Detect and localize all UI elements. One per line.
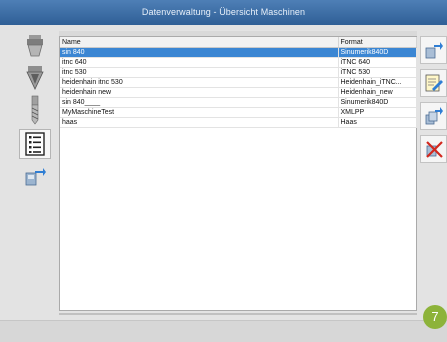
table-row[interactable]: sin 840 Sinumerik840D (60, 47, 417, 58)
table-row[interactable]: itnc 530 iTNC 530 (60, 67, 417, 78)
machine-name: MyMaschineTest (60, 107, 339, 118)
tool-holder-icon (27, 35, 43, 57)
machine-name: haas (60, 117, 339, 128)
delete-machine-icon (425, 141, 443, 158)
machine-transfer-icon (25, 168, 46, 186)
machine-table: Name Format sin 840 Sinumerik840D itnc 6… (60, 37, 417, 128)
machine-name: itnc 640 (60, 57, 339, 68)
machine-format: Haas (338, 117, 417, 128)
edit-machine-button[interactable] (420, 69, 447, 97)
copy-machine-button[interactable] (420, 102, 447, 130)
drill-bit-icon (31, 95, 39, 125)
machine-format: XMLPP (338, 107, 417, 118)
copy-machine-icon (425, 107, 443, 125)
drill-bit-button[interactable] (19, 95, 51, 125)
add-machine-button[interactable] (420, 36, 447, 64)
window-title: Datenverwaltung - Übersicht Maschinen (0, 0, 447, 25)
machine-list-button[interactable] (19, 129, 51, 159)
machine-list-icon (25, 132, 45, 156)
add-machine-icon (425, 42, 443, 59)
table-row[interactable]: sin 840____ Sinumerik840D (60, 97, 417, 108)
machine-format: Heidenhain_iTNC... (338, 77, 417, 88)
status-strip (0, 320, 447, 342)
delete-machine-button[interactable] (420, 135, 447, 163)
table-row[interactable]: heidenhain new Heidenhain_new (60, 87, 417, 98)
table-row[interactable]: MyMaschineTest XMLPP (60, 107, 417, 118)
page-number-badge: 7 (423, 305, 447, 329)
table-row[interactable]: haas Haas (60, 117, 417, 128)
column-header-name[interactable]: Name (60, 37, 339, 48)
machine-name: sin 840 (60, 47, 339, 58)
column-header-format[interactable]: Format (338, 37, 417, 48)
left-toolbar (19, 31, 51, 206)
list-horizontal-scrollbar[interactable] (59, 313, 417, 315)
machine-name: itnc 530 (60, 67, 339, 78)
table-row[interactable]: heidenhain itnc 530 Heidenhain_iTNC... (60, 77, 417, 88)
machine-format: iTNC 530 (338, 67, 417, 78)
milling-head-button[interactable] (19, 63, 51, 93)
right-toolbar (420, 36, 447, 171)
machine-list[interactable]: Name Format sin 840 Sinumerik840D itnc 6… (59, 36, 417, 311)
machine-data-window: Datenverwaltung - Übersicht Maschinen Na… (0, 0, 447, 342)
machine-format: Heidenhain_new (338, 87, 417, 98)
machine-name: heidenhain itnc 530 (60, 77, 339, 88)
milling-head-icon (26, 66, 44, 90)
machine-transfer-button[interactable] (19, 161, 51, 191)
machine-name: sin 840____ (60, 97, 339, 108)
machine-format: Sinumerik840D (338, 97, 417, 108)
machine-format: iTNC 640 (338, 57, 417, 68)
edit-machine-icon (425, 74, 443, 92)
machine-format: Sinumerik840D (338, 47, 417, 58)
table-row[interactable]: itnc 640 iTNC 640 (60, 57, 417, 68)
tool-holder-button[interactable] (19, 31, 51, 61)
machine-name: heidenhain new (60, 87, 339, 98)
